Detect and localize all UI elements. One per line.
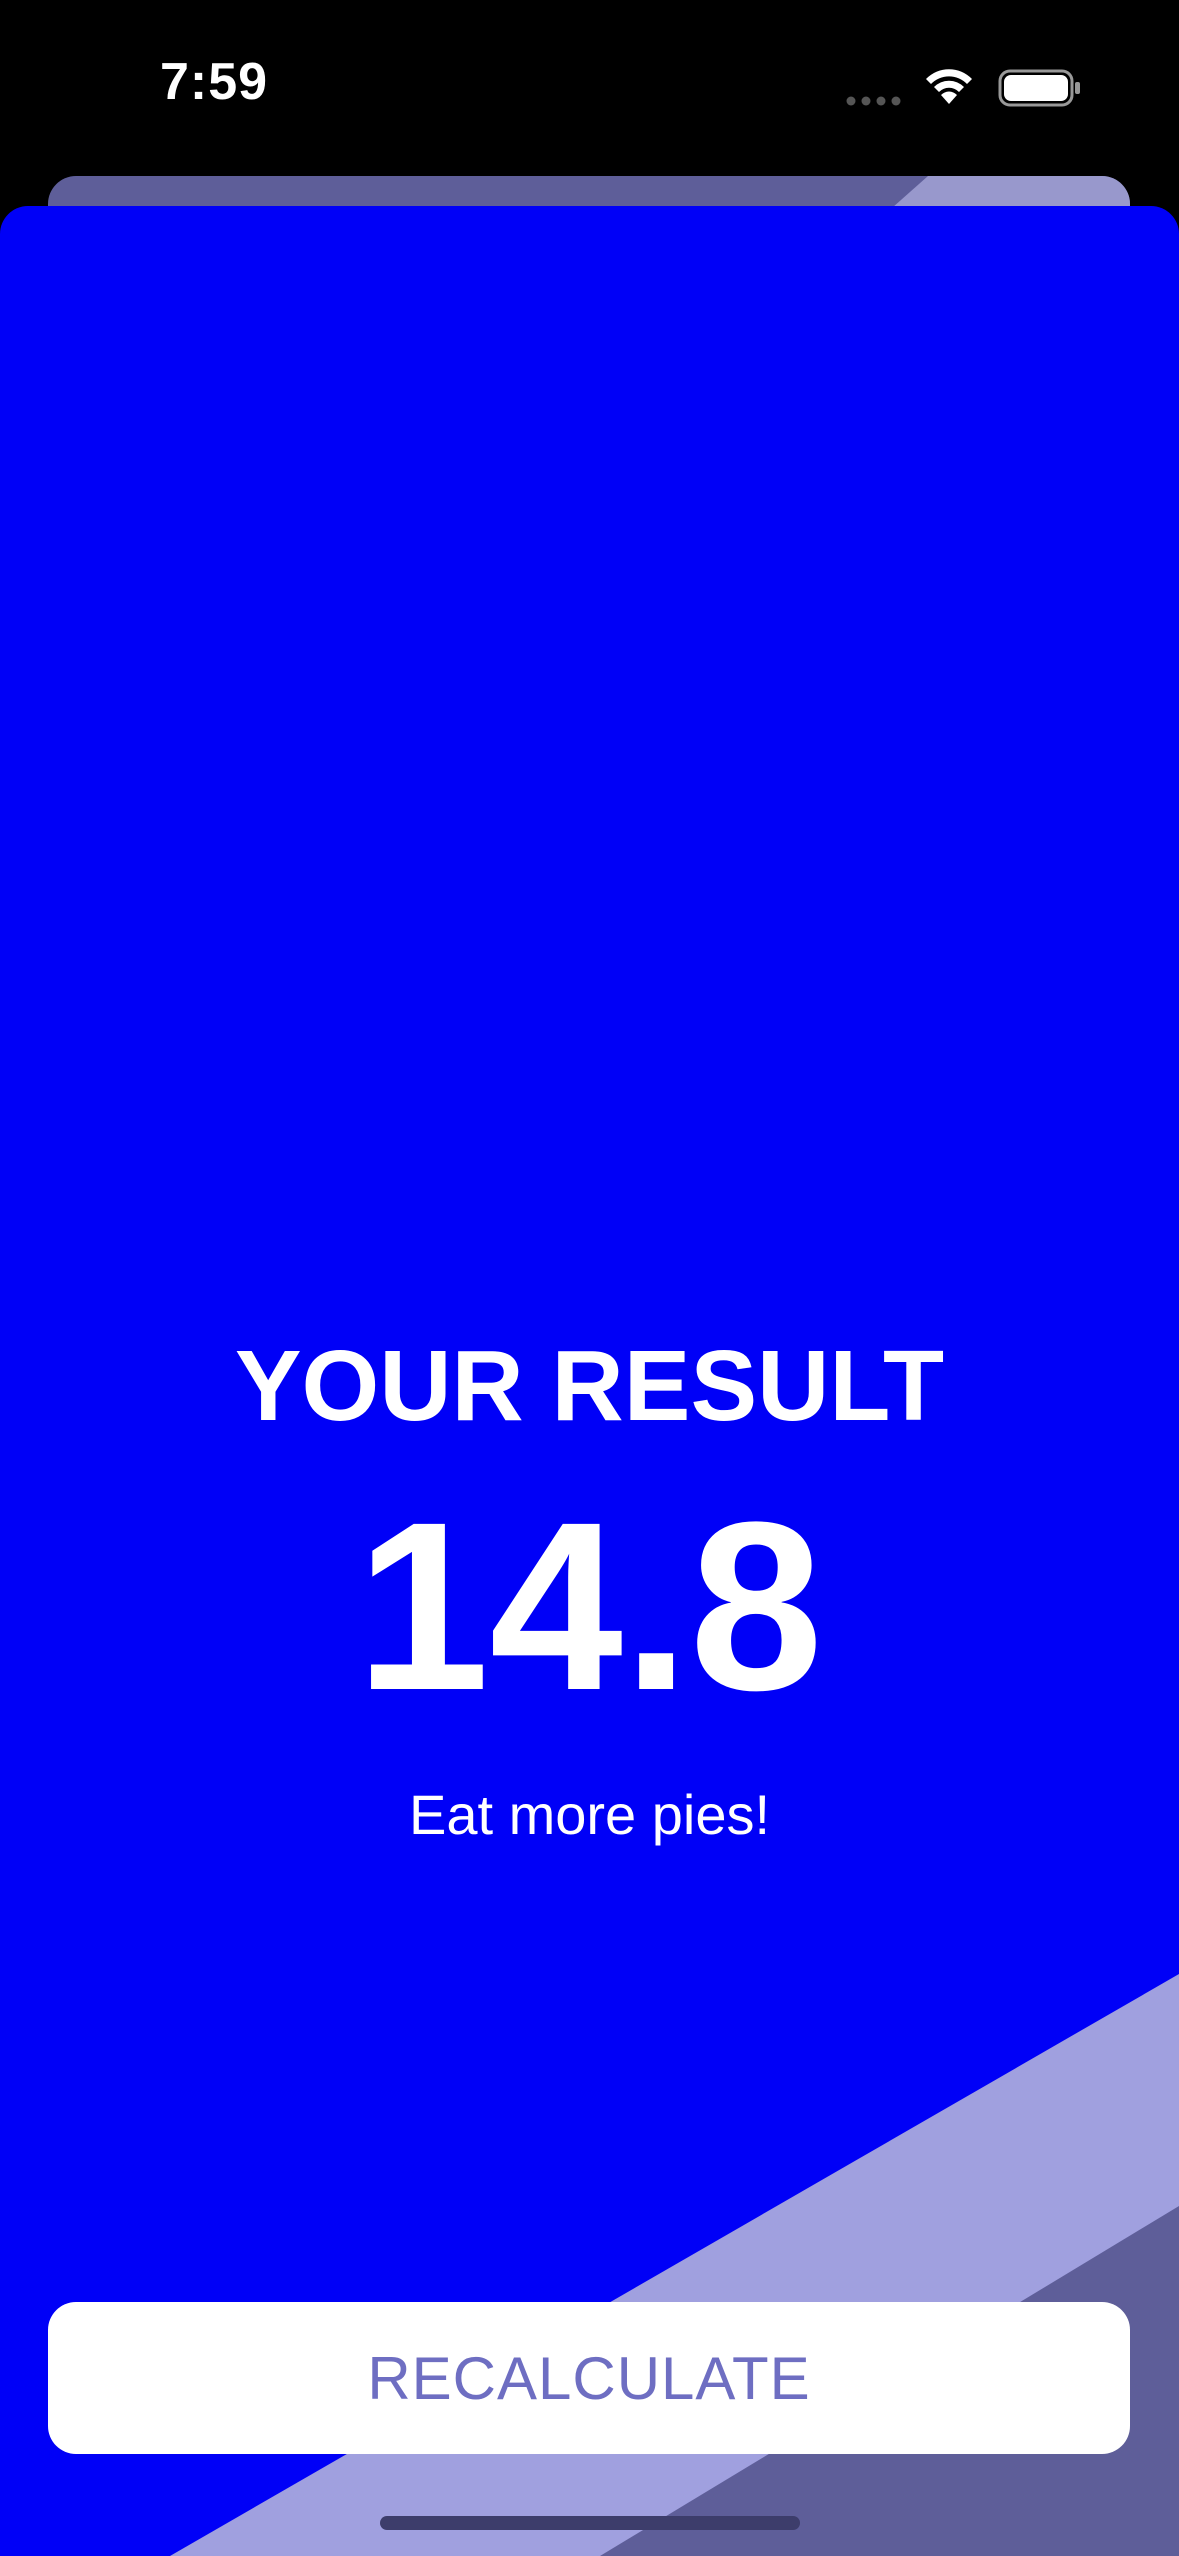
home-indicator[interactable] (380, 2516, 800, 2530)
result-advice: Eat more pies! (408, 1783, 771, 1846)
result-value: 14.8 (355, 1472, 824, 1740)
result-sheet: YOUR RESULT 14.8 Eat more pies! (0, 206, 1179, 2556)
recalculate-button[interactable]: RECALCULATE (48, 2302, 1130, 2454)
wifi-icon (926, 69, 972, 104)
status-bar: 7:59 (0, 0, 1179, 170)
recalculate-button-label: RECALCULATE (367, 2344, 811, 2412)
battery-icon (998, 69, 1080, 107)
cellular-dots-icon (846, 96, 901, 106)
screen: 7:59 YOUR RESULT 14.8 Eat more pies! REC… (0, 0, 1179, 2556)
status-time: 7:59 (160, 53, 269, 111)
result-title: YOUR RESULT (234, 1330, 945, 1442)
